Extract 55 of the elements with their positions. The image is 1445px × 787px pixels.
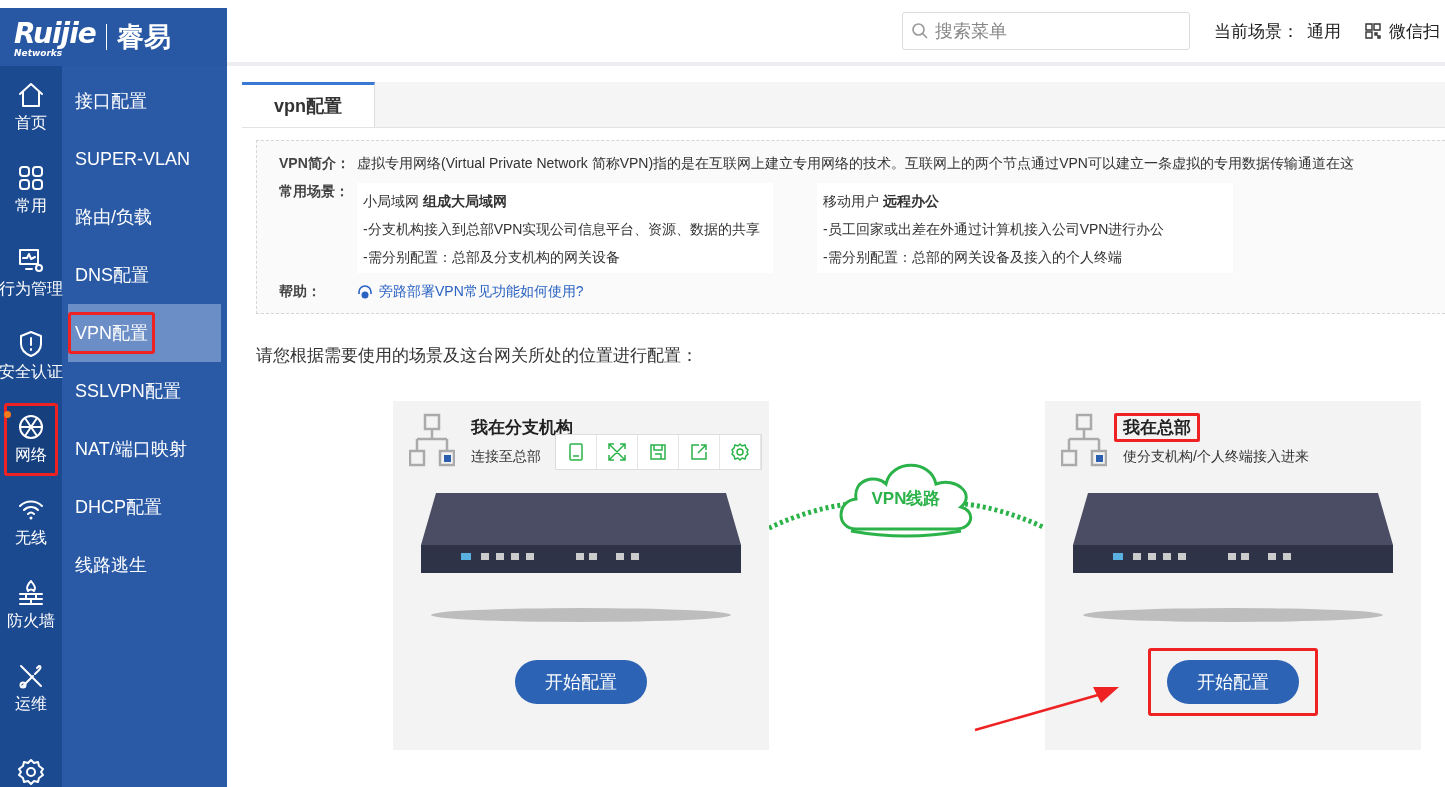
topology-icon [409,413,455,469]
product-name: 睿易 [116,21,171,54]
card-subtitle: 使分支机构/个人终端接入进来 [1123,448,1309,466]
brand-logo-text: Ruijie [14,16,96,50]
nav-rail-item[interactable]: 网络 [4,403,58,476]
highlight-box: VPN配置 [68,312,155,354]
help-link[interactable]: 旁路部署VPN常见功能如何使用? [379,283,584,301]
field-label: 帮助： [279,283,322,301]
nav-rail-item[interactable]: 防火墙 [0,564,62,647]
topology-icon [1061,413,1107,469]
nav-rail-item[interactable]: 常用 [0,149,62,232]
field-label: VPN简介： [279,155,345,173]
scenario-text: -员工回家或出差在外通过计算机接入公司VPN进行办公 [823,221,1166,239]
submenu-item[interactable]: DHCP配置 [68,478,221,536]
home-icon [17,81,45,109]
start-config-button[interactable]: 开始配置 [515,660,647,704]
firewall-icon [17,579,45,607]
search-icon [911,22,929,40]
scene-label: 当前场景： [1214,20,1299,43]
card-title: 我在总部 [1114,413,1200,442]
submenu-item[interactable]: 接口配置 [68,72,221,130]
search-field[interactable]: 搜索菜单 [902,12,1190,50]
field-label: 常用场景： [279,183,345,201]
link-label: VPN线路 [870,488,942,510]
submenu-item[interactable]: DNS配置 [68,246,221,304]
wechat-scan-link[interactable]: 微信扫 [1389,19,1440,43]
start-config-button[interactable]: 开始配置 [1167,660,1299,704]
grid-icon [17,164,45,192]
submenu-item[interactable]: SUPER-VLAN [68,130,221,188]
scenario-text: -需分别配置：总部及分支机构的网关设备 [363,249,621,267]
gear-icon [17,757,45,786]
instruction-text: 请您根据需要使用的场景及这台网关所处的位置进行配置： [256,345,699,367]
scene-value[interactable]: 通用 [1307,19,1341,43]
tools-icon [17,662,45,690]
submenu-item[interactable]: 线路逃生 [68,536,221,594]
submenu-item[interactable]: NAT/端口映射 [68,420,221,478]
submenu-item[interactable]: 路由/负载 [68,188,221,246]
scenario-text: -需分别配置：总部的网关设备及接入的个人终端 [823,249,1123,267]
tab[interactable]: vpn配置 [242,82,375,127]
nav-rail-item[interactable]: 无线 [0,481,62,564]
card-title: 我在分支机构 [470,417,574,439]
monitor-eye-icon [17,247,45,275]
scenario-text: -分支机构接入到总部VPN实现公司信息平台、资源、数据的共享 [363,221,762,239]
globe-icon [17,413,45,441]
scenario-title: 小局域网 组成大局域网 [363,193,508,211]
nav-rail-item[interactable]: 运维 [0,647,62,730]
qr-code-icon [1365,23,1381,39]
submenu-item[interactable]: SSLVPN配置 [68,362,221,420]
headset-icon [357,284,373,300]
card-subtitle: 连接至总部 [471,448,542,466]
shield-icon [17,330,45,358]
description-text: 虚拟专用网络(Virtual Private Network 简称VPN)指的是在互联网上建立专用网络的技术。互联网上的两个节点通过VPN可以建立一条虚拟的专用数据传输通道在这 [357,155,1354,173]
nav-rail-item[interactable]: 首页 [0,66,62,149]
scenario-title: 移动用户 远程办公 [823,193,940,211]
nav-rail-item[interactable]: 安全认证 [0,315,62,398]
